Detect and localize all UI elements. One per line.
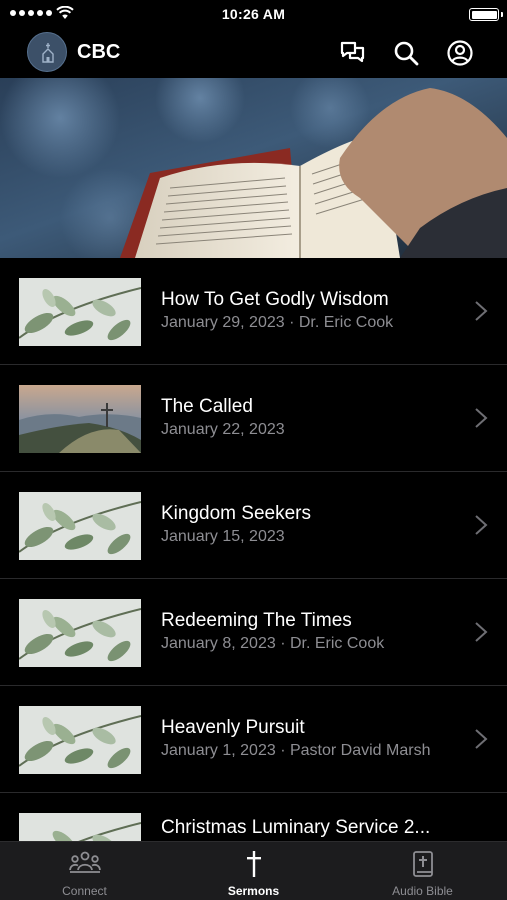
plant-thumbnail — [19, 278, 141, 346]
sermon-row[interactable]: How To Get Godly Wisdom January 29, 2023… — [0, 258, 507, 365]
sermon-title: Redeeming The Times — [161, 610, 352, 631]
chevron-right-icon — [475, 301, 488, 321]
chevron-right-icon — [475, 408, 488, 428]
sermon-title: Heavenly Pursuit — [161, 717, 305, 738]
tab-label: Sermons — [227, 884, 280, 898]
hero-banner — [0, 78, 507, 258]
sermon-title: Kingdom Seekers — [161, 503, 311, 524]
sermon-row[interactable]: Kingdom Seekers January 15, 2023 — [0, 472, 507, 579]
sermon-row[interactable]: Redeeming The Times January 8, 2023 · Dr… — [0, 579, 507, 686]
app-title: CBC — [77, 41, 121, 63]
sermon-subtitle: January 15, 2023 — [161, 528, 285, 545]
tab-sermons[interactable]: Sermons — [169, 842, 338, 900]
sermon-list: How To Get Godly Wisdom January 29, 2023… — [0, 258, 507, 841]
app-header: CBC — [0, 28, 507, 78]
battery-icon — [469, 8, 503, 21]
church-logo[interactable] — [27, 32, 67, 72]
plant-thumbnail — [19, 492, 141, 560]
status-bar: 10:26 AM — [0, 0, 507, 28]
profile-icon[interactable] — [446, 39, 474, 67]
tab-label: Audio Bible — [392, 884, 453, 898]
sermon-title: The Called — [161, 396, 253, 417]
sermon-subtitle: January 8, 2023 · Dr. Eric Cook — [161, 635, 385, 652]
sermon-row[interactable]: Christmas Luminary Service 2... — [0, 793, 507, 841]
plant-thumbnail — [19, 813, 141, 841]
sermon-row[interactable]: Heavenly Pursuit January 1, 2023 · Pasto… — [0, 686, 507, 793]
chevron-right-icon — [475, 622, 488, 642]
bible-icon — [412, 851, 433, 877]
mountain-cross-thumbnail — [19, 385, 141, 453]
search-icon[interactable] — [392, 39, 420, 67]
sermon-subtitle: January 22, 2023 — [161, 421, 285, 438]
bible-reading-image — [0, 78, 507, 258]
sermon-subtitle: January 29, 2023 · Dr. Eric Cook — [161, 314, 394, 331]
church-icon — [42, 43, 54, 63]
sermon-row[interactable]: The Called January 22, 2023 — [0, 365, 507, 472]
chevron-right-icon — [475, 515, 488, 535]
chat-icon[interactable] — [339, 39, 367, 67]
tab-connect[interactable]: Connect — [0, 842, 169, 900]
plant-thumbnail — [19, 599, 141, 667]
people-icon — [68, 851, 101, 873]
tab-audio-bible[interactable]: Audio Bible — [338, 842, 507, 900]
sermon-title: How To Get Godly Wisdom — [161, 289, 389, 310]
sermon-subtitle: January 1, 2023 · Pastor David Marsh — [161, 742, 431, 759]
sermon-title: Christmas Luminary Service 2... — [161, 817, 431, 838]
status-time: 10:26 AM — [221, 6, 286, 22]
tab-bar: Connect Sermons Audio Bible — [0, 841, 507, 900]
chevron-right-icon — [475, 729, 488, 749]
cross-icon — [246, 851, 261, 877]
plant-thumbnail — [19, 706, 141, 774]
tab-label: Connect — [62, 884, 107, 898]
